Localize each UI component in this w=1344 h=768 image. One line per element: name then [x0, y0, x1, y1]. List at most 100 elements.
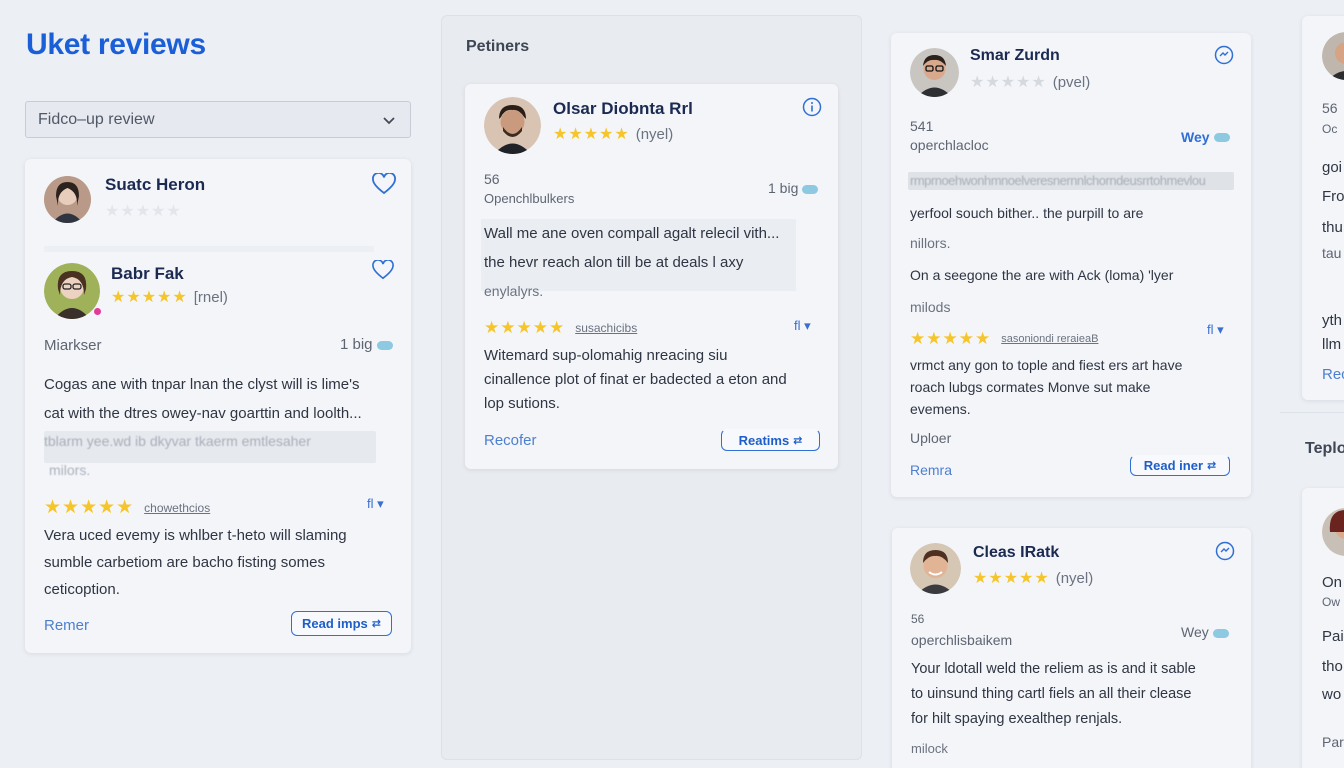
reviewer-name: Cleas IRatk: [973, 544, 1060, 561]
meta-count: 1 big: [768, 180, 799, 196]
rating-row: ★★★★★ (nyel): [973, 568, 1093, 588]
far-line: Par: [1322, 734, 1344, 750]
blurred-text-line: tblarm yee.wd ib dkyvar tkaerm emtlesahe…: [44, 433, 311, 449]
translate-icon[interactable]: fl ▾: [1207, 322, 1224, 338]
review-text: Cogas ane with tnpar lnan the clyst will…: [44, 370, 394, 428]
avatar: [44, 263, 100, 319]
far-line: tho: [1322, 658, 1343, 675]
review-card-middle: Olsar Diobnta Rrl ★★★★★ (nyel) 56 Opench…: [465, 84, 838, 469]
remove-link[interactable]: Remra: [910, 462, 952, 478]
rating-row: ★★★★★ [rnel): [111, 287, 228, 307]
blurred-text-line: milors.: [49, 462, 91, 478]
review-text-line: On a seegone the are with Ack (loma) 'ly…: [910, 267, 1174, 283]
review-card-far-right-1: 56 Oc goi Fro thu tau yth llm Rec: [1302, 16, 1344, 400]
review-text-line: Your ldotall weld the reliem as is and i…: [911, 661, 1196, 677]
far-line: Fro: [1322, 188, 1344, 205]
review-text-line: lop sutions.: [484, 395, 560, 412]
review-text-line: evemens.: [910, 401, 971, 417]
review-text-line: the hevr reach alon till be at deals l a…: [484, 254, 744, 271]
rating-row: ★★★★★ sasoniondi reraieaB: [910, 329, 1098, 349]
review-text-line: milods: [910, 299, 951, 315]
read-more-button[interactable]: Read imps ⇄: [291, 611, 392, 636]
far-line: thu: [1322, 219, 1343, 236]
far-line: 56: [1322, 100, 1338, 116]
review-meta: operchlacloc: [910, 137, 989, 153]
far-line: On: [1322, 574, 1343, 591]
meta-count: 1 big: [340, 336, 373, 353]
footer-note: milock: [911, 741, 948, 756]
avatar: [910, 543, 961, 594]
far-line: wo: [1322, 686, 1342, 703]
far-line: yth: [1322, 312, 1343, 329]
stats-pill-icon: [376, 340, 393, 350]
review-count: 56: [484, 171, 500, 187]
rating-row: ★★★★★ (nyel): [553, 124, 673, 144]
divider: [44, 246, 374, 252]
review-meta-right: Wey: [1181, 129, 1230, 147]
reviewer-name: Olsar Diobnta Rrl: [553, 99, 693, 118]
review-text-line: nillors.: [910, 235, 951, 251]
review-text-line: cinallence plot of finat er badected a e…: [484, 371, 787, 388]
section-title: Teplo: [1305, 440, 1344, 457]
review-text-line: Wall me ane oven compall agalt relecil v…: [484, 225, 780, 242]
upload-label: Uploer: [910, 430, 952, 446]
rating-note: (nyel): [1055, 569, 1094, 587]
meta-count: Wey: [1181, 624, 1209, 640]
stats-pill-icon: [1214, 133, 1230, 143]
review-filter-value: Fidco–up review: [38, 110, 155, 128]
review-meta: Openchlbulkers: [484, 191, 575, 206]
avatar: [1322, 504, 1344, 560]
read-more-button[interactable]: Read iner ⇄: [1130, 455, 1230, 476]
middle-panel: Petiners Olsar Diobnta Rrl ★★★★★ (nyel) …: [441, 15, 862, 760]
rating-stars: ★★★★★: [105, 203, 182, 220]
review-text-line: Cogas ane with tnpar lnan the clyst will…: [44, 376, 360, 393]
review-tag: sasoniondi reraieaB: [1001, 333, 1099, 345]
review-card-far-right-2: On Ow Pai tho wo Par: [1302, 488, 1344, 768]
translate-icon[interactable]: fl ▾: [794, 318, 811, 334]
translate-icon[interactable]: fl ▾: [367, 496, 384, 512]
rating-row: ★★★★★ (pvel): [970, 72, 1090, 92]
review-count: 56: [911, 612, 925, 626]
info-icon[interactable]: [1214, 45, 1234, 65]
read-more-button[interactable]: Reatims ⇄: [721, 429, 820, 451]
rating-stars: ★★★★★: [484, 318, 566, 337]
review-meta-right: Wey: [1181, 624, 1229, 640]
review-count: 541: [910, 118, 934, 134]
reviewer-name: Babr Fak: [111, 264, 184, 283]
rating-row: ★★★★★ chowethcios: [44, 496, 210, 519]
divider: [1280, 412, 1344, 413]
stats-pill-icon: [802, 184, 819, 194]
far-line: Pai: [1322, 628, 1344, 645]
rating-stars: ★★★★★: [970, 74, 1047, 91]
recover-link[interactable]: Recofer: [484, 432, 537, 449]
read-more-label: Read iner: [1143, 458, 1204, 473]
review-card-right-2: Cleas IRatk ★★★★★ (nyel) 56 operchlisbai…: [892, 528, 1251, 768]
review-text: Your ldotall weld the reliem as is and i…: [911, 657, 1241, 732]
review-text: Witemard sup-olomahig nreacing siu cinal…: [484, 344, 824, 416]
review-meta: Miarkser: [44, 337, 102, 354]
heart-icon[interactable]: [372, 173, 396, 195]
rating-stars: ★★★★★: [111, 289, 188, 306]
translate-icon-glyph: fl: [1207, 322, 1214, 337]
avatar: [484, 97, 541, 154]
remove-link[interactable]: Remer: [44, 617, 89, 634]
review-text-line: sumble carbetiom are bacho fisting somes: [44, 554, 325, 571]
review-text-line: yerfool souch bither.. the purpill to ar…: [910, 205, 1144, 221]
review-filter-select[interactable]: Fidco–up review: [25, 101, 411, 138]
read-more-label: Reatims: [738, 432, 790, 448]
info-icon[interactable]: [1215, 541, 1235, 561]
page-title: Uket reviews: [26, 28, 206, 61]
review-text: On a seegone the are with Ack (loma) 'ly…: [910, 259, 1240, 323]
heart-icon[interactable]: [372, 260, 394, 280]
review-text-line: for hilt spaying exealthep renjals.: [911, 711, 1123, 727]
info-icon[interactable]: [802, 97, 822, 117]
far-line: Oc: [1322, 122, 1338, 136]
review-text-line: enylalyrs.: [484, 283, 544, 299]
avatar: [910, 48, 959, 97]
far-line: Ow: [1322, 595, 1340, 609]
swap-icon: ⇄: [793, 434, 803, 447]
far-line: goi: [1322, 159, 1343, 176]
review-text-line: vrmct any gon to tople and fiest ers art…: [910, 357, 1183, 373]
review-text: Vera uced evemy is whlber t-heto will sl…: [44, 522, 394, 603]
far-line[interactable]: Rec: [1322, 366, 1344, 383]
